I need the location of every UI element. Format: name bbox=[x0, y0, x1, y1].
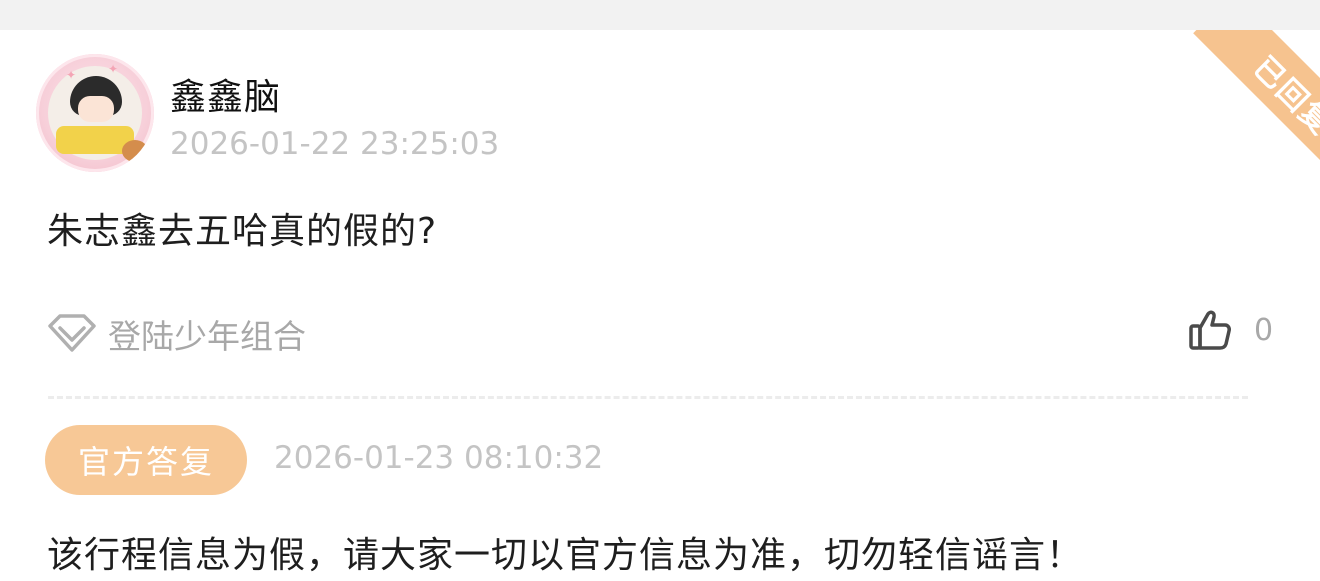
official-reply-badge: 官方答复 bbox=[45, 425, 247, 495]
topic-label: 登陆少年组合 bbox=[108, 317, 306, 356]
thumbs-up-icon bbox=[1189, 310, 1231, 350]
topic-tag[interactable]: 登陆少年组合 bbox=[44, 310, 306, 358]
comment-card: 已回复 ✦ ✦ 鑫鑫脑 2026-01-22 23:25:03 朱志鑫去五哈真的… bbox=[0, 30, 1320, 581]
replied-ribbon: 已回复 bbox=[1170, 30, 1320, 180]
replied-ribbon-label: 已回复 bbox=[1246, 50, 1320, 143]
official-reply-badge-label: 官方答复 bbox=[77, 443, 214, 481]
username[interactable]: 鑫鑫脑 bbox=[170, 68, 281, 120]
like-button[interactable]: 0 bbox=[1188, 308, 1273, 352]
avatar[interactable]: ✦ ✦ bbox=[36, 54, 154, 172]
comment-text: 朱志鑫去五哈真的假的? bbox=[47, 211, 438, 252]
diamond-icon bbox=[48, 314, 96, 352]
like-count: 0 bbox=[1254, 312, 1274, 348]
divider bbox=[48, 396, 1248, 399]
top-gap bbox=[0, 0, 1320, 30]
reply-timestamp: 2026-01-23 08:10:32 bbox=[274, 440, 604, 476]
reply-text: 该行程信息为假，请大家一切以官方信息为准，切勿轻信谣言！ bbox=[47, 535, 1084, 576]
comment-timestamp: 2026-01-22 23:25:03 bbox=[170, 126, 500, 162]
